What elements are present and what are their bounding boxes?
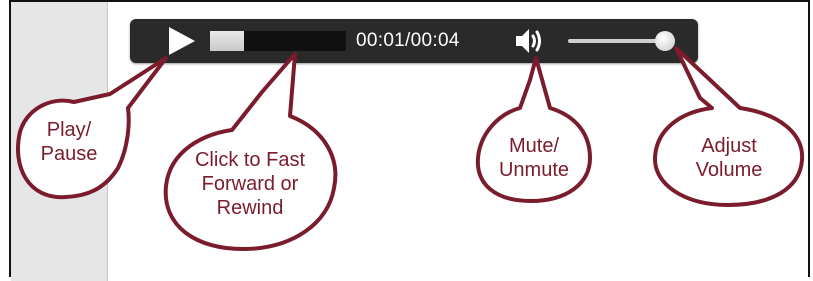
- callout-line: Pause: [40, 143, 98, 165]
- callout-play-pause: Play/ Pause: [24, 118, 114, 166]
- play-pause-button[interactable]: [166, 26, 196, 56]
- seek-bar[interactable]: [210, 31, 346, 51]
- audio-player: 00:01/00:04: [130, 19, 698, 63]
- callout-line: Play/: [46, 119, 92, 141]
- callout-line: Adjust: [701, 135, 757, 157]
- callout-line: Click to Fast: [194, 149, 306, 171]
- volume-handle[interactable]: [655, 31, 676, 51]
- time-display: 00:01/00:04: [356, 30, 460, 51]
- callout-line: Volume: [695, 159, 763, 181]
- callout-line: Unmute: [498, 159, 570, 181]
- callout-line: Forward or: [201, 173, 299, 195]
- seek-bar-played: [210, 31, 244, 51]
- play-icon: [169, 27, 195, 55]
- callout-volume: Adjust Volume: [668, 134, 790, 182]
- speaker-icon: [516, 29, 541, 53]
- callout-line: Mute/: [508, 135, 560, 157]
- callout-seek: Click to Fast Forward or Rewind: [170, 148, 330, 220]
- volume-slider[interactable]: [568, 31, 686, 51]
- callout-line: Rewind: [216, 197, 284, 219]
- callout-mute: Mute/ Unmute: [482, 134, 586, 182]
- volume-track: [568, 39, 666, 43]
- mute-button[interactable]: [514, 26, 544, 56]
